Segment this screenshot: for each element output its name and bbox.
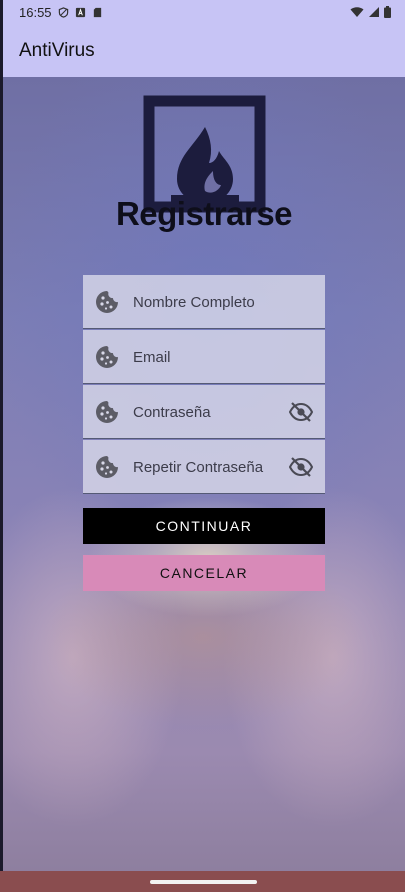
password-input[interactable] <box>133 385 283 439</box>
password-field <box>83 385 325 439</box>
full-name-field <box>83 275 325 329</box>
navigation-bar <box>0 871 405 892</box>
visibility-off-icon[interactable] <box>289 401 313 423</box>
shield-icon <box>58 6 68 18</box>
cookie-icon <box>96 346 118 368</box>
app-title: AntiVirus <box>19 39 95 61</box>
registration-screen: Registrarse Nombre Completo Email CONTIN… <box>3 77 405 871</box>
status-bar: 16:55 <box>3 0 405 24</box>
visibility-off-icon[interactable] <box>289 456 313 478</box>
battery-icon <box>384 6 391 18</box>
sd-card-icon <box>93 7 101 17</box>
cookie-icon <box>96 291 118 313</box>
cancel-button[interactable]: CANCELAR <box>83 555 325 591</box>
registration-form <box>83 275 325 495</box>
cookie-icon <box>96 456 118 478</box>
a-box-icon <box>75 7 85 17</box>
repeat-password-input[interactable] <box>133 440 283 494</box>
home-gesture-handle[interactable] <box>150 880 257 884</box>
full-name-input[interactable] <box>133 275 283 329</box>
continue-button[interactable]: CONTINUAR <box>83 508 325 544</box>
signal-icon <box>369 7 379 17</box>
wifi-icon <box>350 7 364 17</box>
page-title: Registrarse <box>115 195 293 232</box>
app-bar: AntiVirus <box>3 24 405 77</box>
status-time: 16:55 <box>19 4 52 20</box>
repeat-password-field <box>83 440 325 494</box>
cookie-icon <box>96 401 118 423</box>
email-input[interactable] <box>133 330 283 384</box>
email-field <box>83 330 325 384</box>
